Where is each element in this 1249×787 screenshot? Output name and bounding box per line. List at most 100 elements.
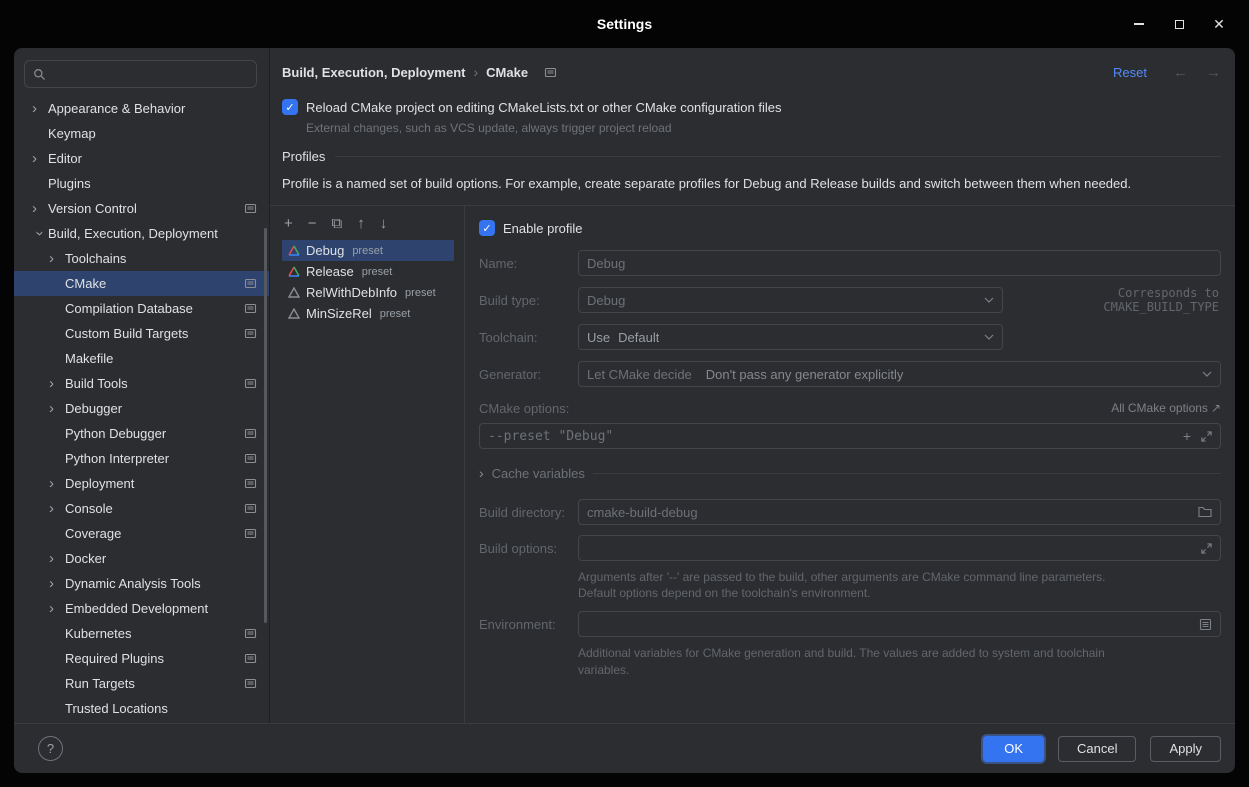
enable-profile-label[interactable]: Enable profile (503, 221, 583, 236)
sidebar-item-label: Deployment (65, 476, 236, 491)
sidebar-item-coverage[interactable]: Coverage (14, 521, 269, 546)
sidebar-item-python-debugger[interactable]: Python Debugger (14, 421, 269, 446)
settings-search-box[interactable] (24, 60, 257, 88)
build-directory-row: Build directory: cmake-build-debug (479, 499, 1221, 525)
minimize-icon (1134, 23, 1144, 25)
cmake-options-input[interactable]: --preset "Debug" + (479, 423, 1221, 449)
project-settings-icon (244, 652, 257, 665)
reload-checkbox-label[interactable]: Reload CMake project on editing CMakeLis… (306, 100, 781, 115)
profile-item-debug[interactable]: Debugpreset (282, 240, 454, 261)
forward-icon[interactable]: → (1206, 64, 1221, 81)
profile-name: Debug (306, 243, 344, 258)
environment-row: Environment: (479, 611, 1221, 637)
reset-link[interactable]: Reset (1113, 65, 1147, 80)
section-divider (335, 156, 1221, 157)
build-type-select[interactable]: Debug (578, 287, 1003, 313)
build-type-row: Build type: Debug Corresponds to CMAKE_B… (479, 286, 1221, 314)
chevron-right-icon: › (49, 251, 65, 266)
sidebar-item-custom-build-targets[interactable]: Custom Build Targets (14, 321, 269, 346)
settings-main: Build, Execution, Deployment › CMake Res… (270, 48, 1235, 723)
move-up-button[interactable]: ↑ (357, 216, 365, 231)
name-input[interactable]: Debug (578, 250, 1221, 276)
profile-item-release[interactable]: Releasepreset (282, 261, 454, 282)
chevron-right-icon: › (32, 151, 48, 166)
breadcrumb-cmake[interactable]: CMake (486, 65, 528, 80)
sidebar-item-python-interpreter[interactable]: Python Interpreter (14, 446, 269, 471)
sidebar-item-toolchains[interactable]: ›Toolchains (14, 246, 269, 271)
sidebar-item-dynamic-analysis-tools[interactable]: ›Dynamic Analysis Tools (14, 571, 269, 596)
close-button[interactable]: ✕ (1211, 16, 1227, 32)
breadcrumb-build-execution-deployment[interactable]: Build, Execution, Deployment (282, 65, 465, 80)
window-controls: ✕ (1131, 0, 1227, 48)
sidebar-item-editor[interactable]: ›Editor (14, 146, 269, 171)
sidebar-item-embedded-development[interactable]: ›Embedded Development (14, 596, 269, 621)
chevron-right-icon: › (49, 401, 65, 416)
environment-input[interactable] (578, 611, 1221, 637)
profile-item-minsizerel[interactable]: MinSizeRelpreset (282, 303, 454, 324)
all-cmake-options-text: All CMake options (1111, 401, 1208, 415)
sidebar-item-run-targets[interactable]: Run Targets (14, 671, 269, 696)
chevron-down-icon (984, 297, 994, 303)
profile-name: Release (306, 264, 354, 279)
generator-select[interactable]: Let CMake decide Don't pass any generato… (578, 361, 1221, 387)
all-cmake-options-link[interactable]: All CMake options ↗ (1111, 401, 1221, 415)
sidebar-item-deployment[interactable]: ›Deployment (14, 471, 269, 496)
sidebar-item-kubernetes[interactable]: Kubernetes (14, 621, 269, 646)
sidebar-item-cmake[interactable]: CMake (14, 271, 269, 296)
sidebar-scrollbar[interactable] (264, 228, 267, 623)
sidebar-item-keymap[interactable]: Keymap (14, 121, 269, 146)
sidebar-item-build-tools[interactable]: ›Build Tools (14, 371, 269, 396)
back-icon[interactable]: ← (1173, 64, 1188, 81)
environment-help: Additional variables for CMake generatio… (578, 645, 1148, 677)
maximize-button[interactable] (1171, 16, 1187, 32)
cache-variables-toggle[interactable]: › Cache variables (479, 465, 1221, 481)
cmake-options-label: CMake options: (479, 401, 578, 416)
help-button[interactable]: ? (38, 736, 63, 761)
move-down-button[interactable]: ↓ (380, 216, 388, 231)
settings-search-input[interactable] (51, 67, 248, 82)
sidebar-item-console[interactable]: ›Console (14, 496, 269, 521)
cmake-profile-icon (288, 245, 300, 256)
sidebar-item-required-plugins[interactable]: Required Plugins (14, 646, 269, 671)
project-settings-icon (244, 452, 257, 465)
minimize-button[interactable] (1131, 16, 1147, 32)
project-settings-icon (244, 477, 257, 490)
sidebar-item-version-control[interactable]: ›Version Control (14, 196, 269, 221)
sidebar-item-docker[interactable]: ›Docker (14, 546, 269, 571)
sidebar-item-appearance-behavior[interactable]: ›Appearance & Behavior (14, 96, 269, 121)
build-directory-value: cmake-build-debug (587, 505, 698, 520)
sidebar-item-debugger[interactable]: ›Debugger (14, 396, 269, 421)
toolchain-value: Default (618, 330, 659, 345)
reload-checkbox[interactable]: ✓ (282, 99, 298, 115)
toolchain-row: Toolchain: Use Default (479, 324, 1221, 350)
section-divider (593, 473, 1221, 474)
build-options-input[interactable] (578, 535, 1221, 561)
edit-variables-icon[interactable] (1199, 618, 1212, 631)
history-nav: ← → (1173, 64, 1221, 81)
build-directory-input[interactable]: cmake-build-debug (578, 499, 1221, 525)
folder-icon[interactable] (1198, 506, 1212, 518)
sidebar-item-trusted-locations[interactable]: Trusted Locations (14, 696, 269, 721)
add-profile-button[interactable]: + (284, 216, 293, 231)
sidebar-item-label: Docker (65, 551, 257, 566)
sidebar-item-compilation-database[interactable]: Compilation Database (14, 296, 269, 321)
ok-button[interactable]: OK (983, 736, 1044, 762)
profile-item-relwithdebinfo[interactable]: RelWithDebInfopreset (282, 282, 454, 303)
sidebar-item-makefile[interactable]: Makefile (14, 346, 269, 371)
sidebar-item-label: CMake (65, 276, 236, 291)
sidebar-item-build-execution-deployment[interactable]: ›Build, Execution, Deployment (14, 221, 269, 246)
expand-icon[interactable] (1201, 431, 1212, 442)
name-label: Name: (479, 256, 578, 271)
add-option-icon[interactable]: + (1183, 428, 1191, 444)
expand-icon[interactable] (1201, 543, 1212, 554)
chevron-right-icon: › (32, 201, 48, 216)
copy-profile-button[interactable]: ⧉ (332, 216, 343, 231)
apply-button[interactable]: Apply (1150, 736, 1221, 762)
sidebar-item-label: Plugins (48, 176, 257, 191)
remove-profile-button[interactable]: − (308, 216, 317, 231)
sidebar-item-plugins[interactable]: Plugins (14, 171, 269, 196)
sidebar-item-label: Console (65, 501, 236, 516)
toolchain-select[interactable]: Use Default (578, 324, 1003, 350)
enable-profile-checkbox[interactable]: ✓ (479, 220, 495, 236)
cancel-button[interactable]: Cancel (1058, 736, 1136, 762)
